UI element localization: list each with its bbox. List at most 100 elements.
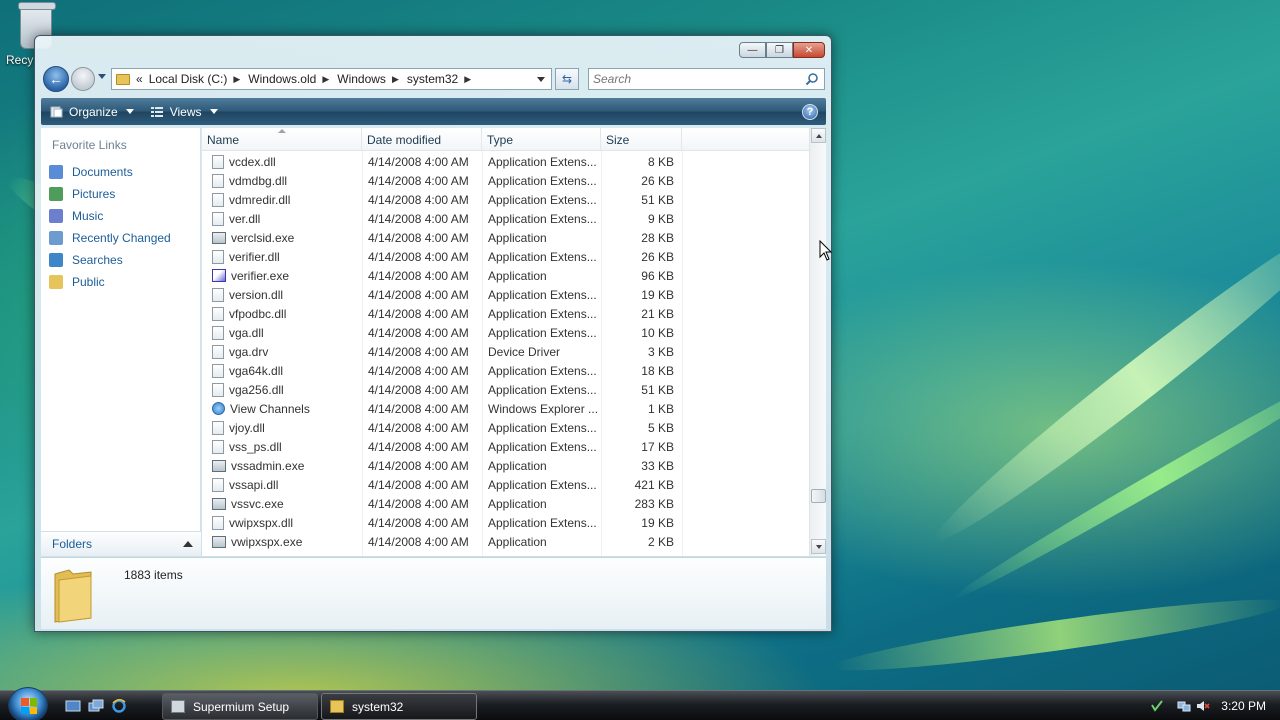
table-row[interactable]: vss_ps.dll 4/14/2008 4:00 AM Application E… [202, 437, 809, 456]
file-name: vdmredir.dll [212, 190, 357, 209]
breadcrumb-windows[interactable]: Windows [337, 72, 386, 86]
table-row[interactable]: View Channels 4/14/2008 4:00 AM Windows Ex… [202, 399, 809, 418]
internet-explorer-icon[interactable] [111, 699, 127, 713]
dll-file-icon [212, 363, 224, 378]
pictures-icon [49, 187, 63, 201]
column-header-date-modified[interactable]: Date modified [362, 128, 482, 151]
column-header-name[interactable]: Name [202, 128, 362, 151]
address-bar[interactable]: « Local Disk (C:) ▶ Windows.old ▶ Window… [111, 68, 552, 90]
forward-button[interactable] [71, 67, 95, 91]
taskbar-button-system32[interactable]: system32 [321, 693, 477, 720]
show-desktop-icon[interactable] [65, 699, 81, 713]
nav-item-recently-changed[interactable]: Recently Changed [49, 227, 171, 249]
column-header-type[interactable]: Type [482, 128, 601, 151]
nav-item-public[interactable]: Public [49, 271, 171, 293]
file-date-modified: 4/14/2008 4:00 AM [368, 304, 483, 323]
back-button[interactable]: ← [43, 66, 69, 92]
table-row[interactable]: vwipxspx.dll 4/14/2008 4:00 AM Application… [202, 513, 809, 532]
file-rows: vcdex.dll 4/14/2008 4:00 AM Application Ex… [202, 152, 809, 551]
switch-windows-icon[interactable] [88, 699, 104, 713]
nav-item-searches[interactable]: Searches [49, 249, 171, 271]
column-headers: Name Date modified Type Size [202, 128, 809, 151]
table-row[interactable]: vga.dll 4/14/2008 4:00 AM Application Exte… [202, 323, 809, 342]
nav-item-documents[interactable]: Documents [49, 161, 171, 183]
file-name: vga256.dll [212, 380, 357, 399]
table-row[interactable]: vdmredir.dll 4/14/2008 4:00 AM Application… [202, 190, 809, 209]
volume-muted-icon[interactable] [1196, 699, 1210, 713]
start-button[interactable] [8, 687, 48, 720]
help-icon[interactable]: ? [802, 104, 818, 120]
nav-item-label: Recently Changed [72, 231, 171, 245]
file-date-modified-text: 4/14/2008 4:00 AM [368, 344, 469, 359]
maximize-button[interactable]: ❐ [766, 42, 793, 58]
address-dropdown-icon[interactable] [537, 77, 545, 82]
file-type: Application Extens... [488, 323, 600, 342]
file-type-text: Application Extens... [488, 477, 597, 492]
scroll-thumb[interactable] [811, 489, 826, 503]
wallpaper-streak [947, 351, 1280, 607]
breadcrumb-windows-old[interactable]: Windows.old [248, 72, 316, 86]
refresh-button[interactable]: ⇆ [555, 68, 579, 90]
table-row[interactable]: vwipxspx.exe 4/14/2008 4:00 AM Application… [202, 532, 809, 551]
search-input[interactable] [589, 69, 789, 89]
table-row[interactable]: vssadmin.exe 4/14/2008 4:00 AM Application… [202, 456, 809, 475]
scroll-down-button[interactable] [811, 539, 826, 554]
breadcrumb-system32[interactable]: system32 [407, 72, 458, 86]
file-date-modified-text: 4/14/2008 4:00 AM [368, 211, 469, 226]
file-date-modified-text: 4/14/2008 4:00 AM [368, 363, 469, 378]
nav-item-music[interactable]: Music [49, 205, 171, 227]
table-row[interactable]: ver.dll 4/14/2008 4:00 AM Application Exte… [202, 209, 809, 228]
dll-file-icon [212, 211, 224, 226]
file-size-text: 10 KB [641, 325, 674, 340]
arrow-up-icon [815, 133, 822, 138]
folders-toggle[interactable]: Folders [41, 531, 201, 556]
breadcrumb-separator-icon[interactable]: ▶ [233, 74, 240, 85]
security-shield-icon[interactable] [1150, 699, 1164, 713]
file-date-modified: 4/14/2008 4:00 AM [368, 456, 483, 475]
network-icon[interactable] [1177, 699, 1191, 713]
breadcrumb-overflow[interactable]: « [136, 72, 143, 86]
close-button[interactable]: ✕ [793, 42, 825, 58]
table-row[interactable]: vfpodbc.dll 4/14/2008 4:00 AM Application … [202, 304, 809, 323]
scroll-up-button[interactable] [811, 128, 826, 143]
table-row[interactable]: vga.drv 4/14/2008 4:00 AM Device Driver 3 K… [202, 342, 809, 361]
file-name-text: verifier.dll [229, 249, 280, 264]
table-row[interactable]: vdmdbg.dll 4/14/2008 4:00 AM Application E… [202, 171, 809, 190]
recent-pages-dropdown[interactable] [98, 74, 106, 79]
file-type: Application Extens... [488, 152, 600, 171]
nav-item-pictures[interactable]: Pictures [49, 183, 171, 205]
breadcrumb-separator-icon[interactable]: ▶ [322, 74, 329, 85]
table-row[interactable]: verclsid.exe 4/14/2008 4:00 AM Application… [202, 228, 809, 247]
search-box[interactable] [588, 68, 825, 90]
file-size-text: 51 KB [641, 382, 674, 397]
column-header-size[interactable]: Size [601, 128, 682, 151]
file-type: Application Extens... [488, 171, 600, 190]
breadcrumb-separator-icon[interactable]: ▶ [392, 74, 399, 85]
table-row[interactable]: vga64k.dll 4/14/2008 4:00 AM Application E… [202, 361, 809, 380]
breadcrumb-local-disk[interactable]: Local Disk (C:) [149, 72, 228, 86]
views-button[interactable]: Views [142, 98, 226, 125]
table-row[interactable]: verifier.exe 4/14/2008 4:00 AM Application… [202, 266, 809, 285]
system-clock[interactable]: 3:20 PM [1221, 699, 1266, 713]
file-date-modified-text: 4/14/2008 4:00 AM [368, 287, 469, 302]
breadcrumb-separator-icon[interactable]: ▶ [464, 74, 471, 85]
file-name-text: vga64k.dll [229, 363, 284, 378]
vertical-scrollbar[interactable] [809, 128, 826, 556]
minimize-button[interactable]: — [739, 42, 766, 58]
table-row[interactable]: verifier.dll 4/14/2008 4:00 AM Application… [202, 247, 809, 266]
file-size: 18 KB [600, 361, 674, 380]
file-name-text: vwipxspx.dll [229, 515, 294, 530]
table-row[interactable]: version.dll 4/14/2008 4:00 AM Application … [202, 285, 809, 304]
table-row[interactable]: vjoy.dll 4/14/2008 4:00 AM Application Ext… [202, 418, 809, 437]
file-name: vwipxspx.dll [212, 513, 357, 532]
organize-button[interactable]: Organize [41, 98, 142, 125]
table-row[interactable]: vssapi.dll 4/14/2008 4:00 AM Application E… [202, 475, 809, 494]
file-type-text: Application [488, 230, 547, 245]
search-icon[interactable] [805, 72, 819, 86]
table-row[interactable]: vcdex.dll 4/14/2008 4:00 AM Application Ex… [202, 152, 809, 171]
application-icon [212, 231, 226, 244]
table-row[interactable]: vssvc.exe 4/14/2008 4:00 AM Application 283… [202, 494, 809, 513]
taskbar-button-supermium-setup[interactable]: Supermium Setup [162, 693, 318, 720]
table-row[interactable]: vga256.dll 4/14/2008 4:00 AM Application E… [202, 380, 809, 399]
file-type: Application [488, 494, 600, 513]
